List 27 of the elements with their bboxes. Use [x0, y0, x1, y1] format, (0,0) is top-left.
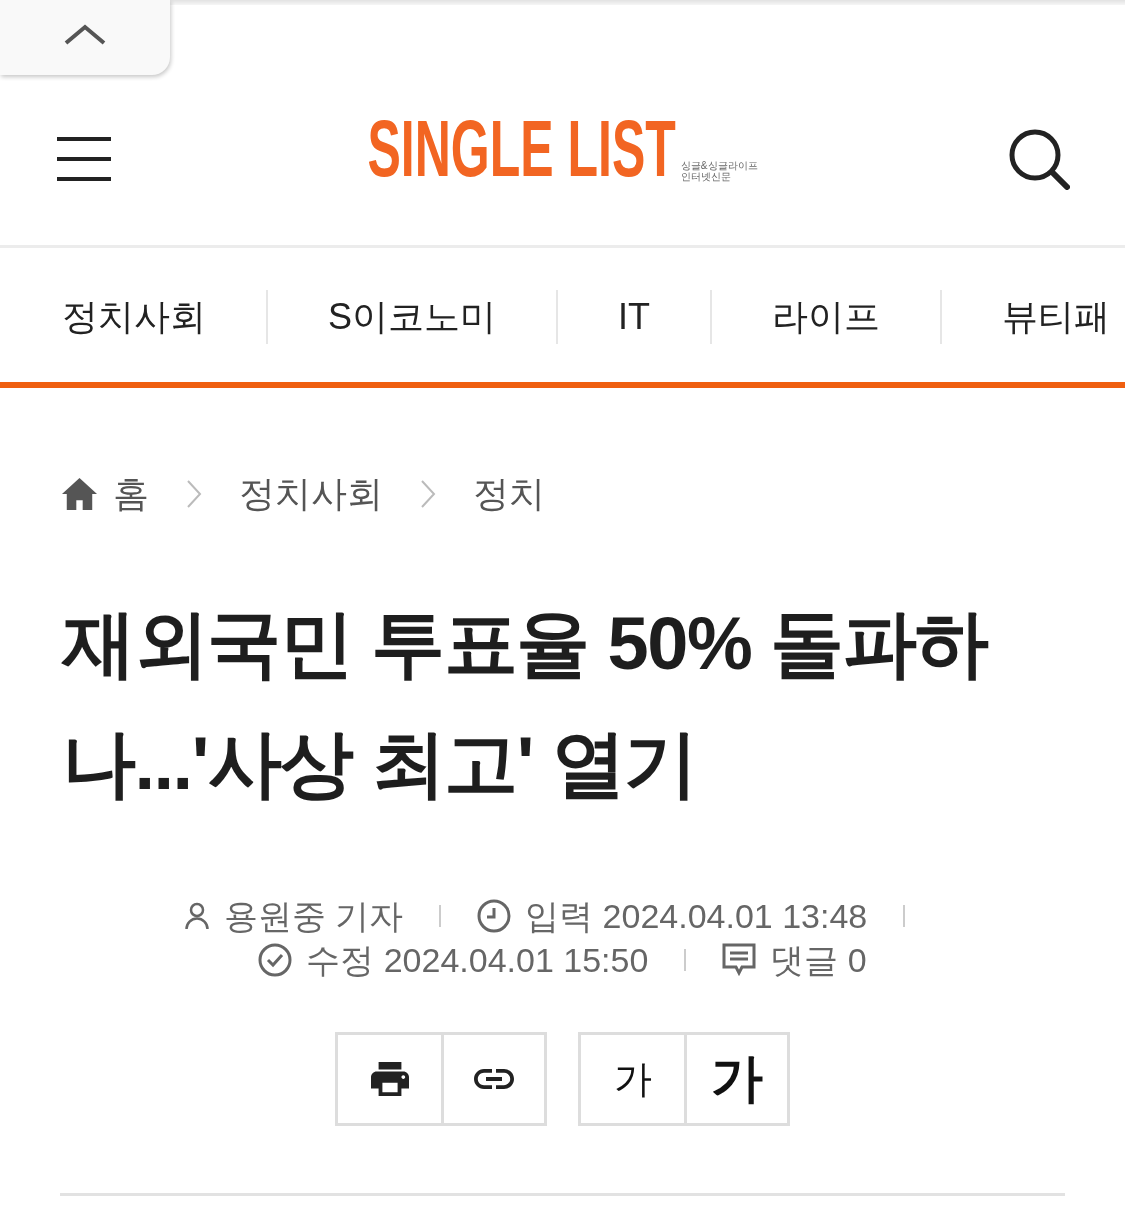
search-icon[interactable]	[1008, 128, 1070, 190]
meta-modified: 수정 2024.04.01 15:50	[306, 940, 649, 981]
breadcrumb-link[interactable]: 정치	[473, 469, 545, 519]
chevron-right-icon	[186, 479, 202, 509]
nav-tab[interactable]: IT	[556, 290, 710, 344]
print-icon	[370, 1061, 409, 1097]
nav-tab[interactable]: 뷰티패	[940, 290, 1125, 344]
person-icon	[183, 902, 210, 930]
check-circle-icon	[258, 943, 293, 977]
comment-icon	[722, 943, 757, 977]
home-icon	[62, 478, 97, 510]
article-title: 재외국민 투표율 50% 돌파하나...'사상 최고' 열기	[62, 601, 990, 807]
menu-icon[interactable]	[57, 137, 111, 181]
meta-published: 입력 2024.04.01 13:48	[525, 896, 868, 937]
meta-author: 용원중 기자	[223, 896, 404, 937]
logo-tagline: 인터넷신문	[680, 171, 732, 182]
chevron-up-icon	[63, 23, 107, 46]
chevron-right-icon	[420, 479, 436, 509]
meta-comments: 댓글 0	[770, 940, 867, 981]
nav-tab[interactable]: 라이프	[710, 290, 940, 344]
breadcrumb-link[interactable]: 정치사회	[239, 469, 383, 519]
clock-icon	[477, 899, 512, 933]
logo-tagline: 싱글&싱글라이프	[680, 160, 758, 171]
link-icon	[474, 1069, 514, 1089]
breadcrumb-link[interactable]: 홈	[62, 469, 149, 519]
nav-tab[interactable]: S이코노미	[266, 290, 556, 344]
nav-tab[interactable]: 정치사회	[0, 290, 266, 344]
